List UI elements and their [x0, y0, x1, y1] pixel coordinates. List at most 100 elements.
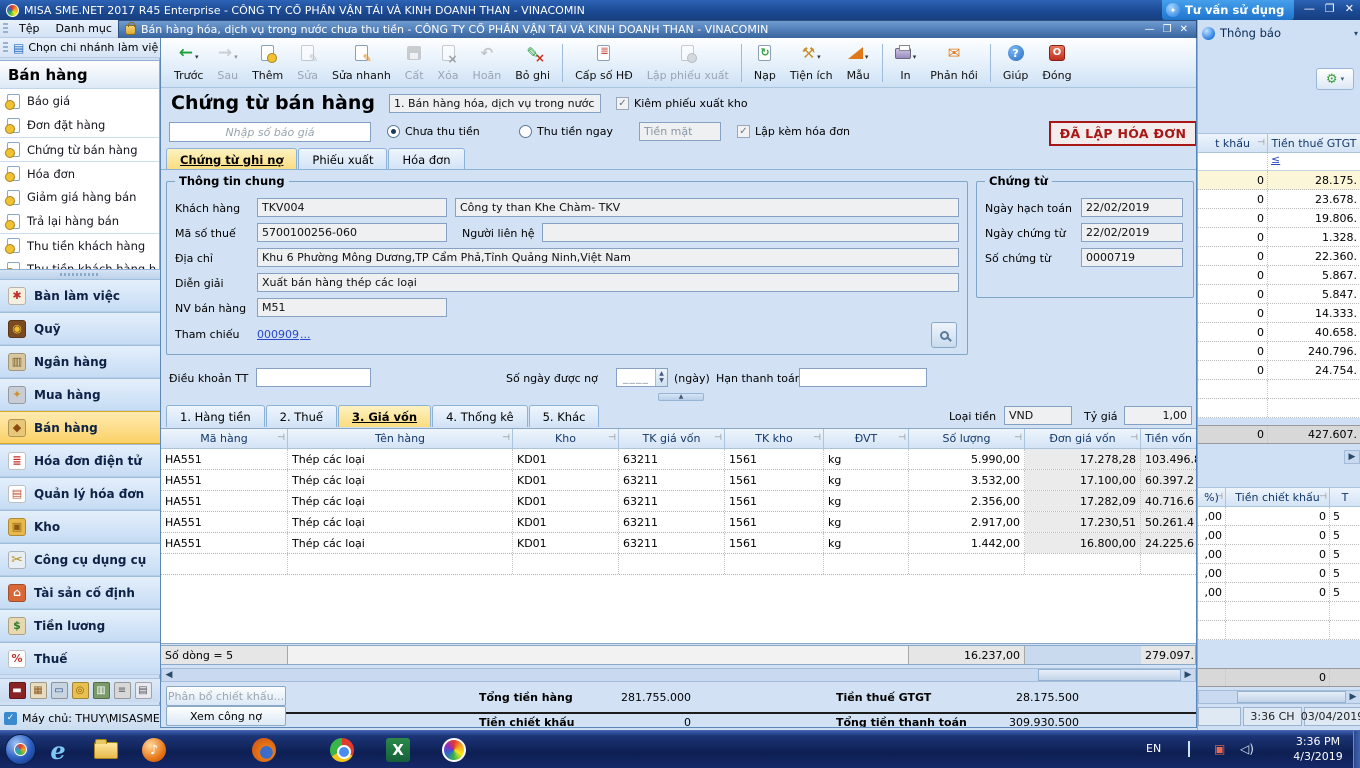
cell[interactable]: kg — [824, 449, 909, 469]
toolbar-nap-button[interactable]: Nạp — [747, 42, 783, 84]
nv-ban-hang-field[interactable]: M51 — [257, 298, 447, 317]
shortcut-calendar-icon[interactable]: ▦ — [30, 682, 47, 699]
tab-hang-tien[interactable]: 1. Hàng tiền — [166, 405, 265, 427]
col-so-luong[interactable]: Số lượng⊣ — [909, 429, 1025, 449]
toolbar-cat-button[interactable]: Cất — [398, 42, 431, 84]
module-quan-ly-hoa-don[interactable]: ▤Quản lý hóa đơn — [0, 477, 160, 510]
bg-row[interactable]: 024.754. — [1198, 361, 1360, 380]
sidebar-item-hoa-don[interactable]: Hóa đơn — [0, 161, 159, 185]
shortcut-card-icon[interactable]: ▭ — [51, 682, 68, 699]
col-tien-von[interactable]: Tiền vốn — [1141, 429, 1196, 449]
lap-kem-hoa-don-checkbox[interactable]: ✓Lập kèm hóa đơn — [737, 125, 850, 138]
cell[interactable]: 63211 — [619, 470, 725, 490]
background-window[interactable]: Thông báo ▾ ⚙ ▾ t khấu⊣ Tiền thuế GTGT ≤… — [1197, 20, 1360, 730]
cell[interactable]: kg — [824, 512, 909, 532]
module-thue[interactable]: %Thuế — [0, 642, 160, 675]
cell[interactable]: 63211 — [619, 512, 725, 532]
taskbar-folder-icon[interactable] — [92, 736, 120, 764]
grid-hscrollbar[interactable]: ◀ ▶ — [161, 668, 1196, 682]
module-mua-hang[interactable]: ✦Mua hàng — [0, 378, 160, 411]
settings-button[interactable]: ⚙ ▾ — [1316, 68, 1354, 90]
tien-mat-field[interactable]: Tiền mặt — [639, 122, 721, 141]
module-ban-lam-viec[interactable]: ✱Bàn làm việc — [0, 279, 160, 312]
dien-giai-field[interactable]: Xuất bán hàng thép các loại — [257, 273, 959, 292]
dia-chi-field[interactable]: Khu 6 Phường Mông Dương,TP Cẩm Phả,Tỉnh … — [257, 248, 959, 267]
module-ban-hang[interactable]: ◆Bán hàng — [0, 411, 160, 444]
cell[interactable]: 16.800,00 — [1025, 533, 1141, 553]
child-titlebar[interactable]: Bán hàng hóa, dịch vụ trong nước chưa th… — [118, 20, 1197, 38]
panel-splitter[interactable] — [0, 270, 160, 279]
tab-thue[interactable]: 2. Thuế — [266, 405, 337, 427]
phan-bo-chiet-khau-button[interactable]: Phân bổ chiết khấu... — [166, 686, 286, 706]
bg-row[interactable]: ,0005 — [1198, 564, 1360, 583]
cell[interactable]: 103.496.8 — [1141, 449, 1196, 469]
module-ngan-hang[interactable]: ▥Ngân hàng — [0, 345, 160, 378]
loai-tien-field[interactable]: VND — [1004, 406, 1072, 425]
ty-gia-field[interactable]: 1,00 — [1124, 406, 1192, 425]
spinner-arrows-icon[interactable]: ▲▼ — [655, 369, 667, 386]
collapse-handle[interactable]: ▲ — [658, 393, 704, 401]
cell[interactable]: HA551 — [161, 449, 288, 469]
cell[interactable]: 1561 — [725, 470, 824, 490]
tray-display-icon[interactable] — [1188, 742, 1190, 756]
module-tien-luong[interactable]: $Tiền lương — [0, 609, 160, 642]
cell[interactable]: Thép các loại — [288, 491, 513, 511]
module-quy[interactable]: ◉Quỹ — [0, 312, 160, 345]
child-restore-icon[interactable]: ❐ — [1163, 24, 1172, 35]
minimize-icon[interactable]: — — [1304, 2, 1315, 15]
toolbar-tien-ich-button[interactable]: ⚒▾Tiện ích — [783, 42, 840, 84]
toolbar-them-button[interactable]: Thêm — [245, 42, 290, 84]
cell[interactable]: HA551 — [161, 470, 288, 490]
toolbar-lap-phieu-button[interactable]: Lập phiếu xuất — [640, 42, 736, 84]
bg-row[interactable]: ,0005 — [1198, 583, 1360, 602]
ma-so-thue-field[interactable]: 5700100256-060 — [257, 223, 447, 242]
toolbar-mau-button[interactable]: ▾Mẫu — [840, 42, 877, 84]
start-button[interactable] — [5, 734, 36, 765]
cell[interactable]: kg — [824, 533, 909, 553]
cell[interactable]: 50.261.4 — [1141, 512, 1196, 532]
toolbar-hoan-button[interactable]: ↶Hoãn — [466, 42, 509, 84]
bg-scroll-right[interactable]: ▶ — [1344, 450, 1360, 464]
nguoi-lien-he-field[interactable] — [542, 223, 959, 242]
so-chung-tu-field[interactable]: 0000719 — [1081, 248, 1183, 267]
cell[interactable]: HA551 — [161, 491, 288, 511]
bg-row[interactable]: 0240.796. — [1198, 342, 1360, 361]
cell[interactable]: 63211 — [619, 449, 725, 469]
han-thanh-toan-field[interactable] — [799, 368, 927, 387]
module-tai-san[interactable]: ⌂Tài sản cố định — [0, 576, 160, 609]
cell[interactable]: 1561 — [725, 533, 824, 553]
bg-row[interactable]: 01.328. — [1198, 228, 1360, 247]
cell[interactable]: 3.532,00 — [909, 470, 1025, 490]
bg-row[interactable]: 023.678. — [1198, 190, 1360, 209]
shortcut-coins-icon[interactable]: ◎ — [72, 682, 89, 699]
tab-thong-ke[interactable]: 4. Thống kê — [432, 405, 528, 427]
col-ten-hang[interactable]: Tên hàng⊣ — [288, 429, 513, 449]
cell[interactable]: KD01 — [513, 512, 619, 532]
tab-gia-von[interactable]: 3. Giá vốn — [338, 405, 431, 427]
cell[interactable]: 1561 — [725, 512, 824, 532]
shortcut-building-icon[interactable]: ▥ — [93, 682, 110, 699]
cell[interactable]: kg — [824, 491, 909, 511]
bg-hscrollbar[interactable]: ▶ — [1198, 690, 1360, 704]
bg-filter-row[interactable]: ≤ — [1198, 153, 1360, 171]
sidebar-item-don-dat-hang[interactable]: Đơn đặt hàng — [0, 113, 159, 137]
col-don-gia-von[interactable]: Đơn giá vốn⊣ — [1025, 429, 1141, 449]
cell[interactable]: 24.225.6 — [1141, 533, 1196, 553]
bg-row[interactable]: 022.360. — [1198, 247, 1360, 266]
cell[interactable]: HA551 — [161, 512, 288, 532]
cell[interactable]: 5.990,00 — [909, 449, 1025, 469]
cell[interactable]: 17.278,28 — [1025, 449, 1141, 469]
bg-row[interactable]: 019.806. — [1198, 209, 1360, 228]
cell[interactable]: 1561 — [725, 449, 824, 469]
cell[interactable]: Thép các loại — [288, 533, 513, 553]
cell[interactable]: KD01 — [513, 533, 619, 553]
scroll-left-icon[interactable]: ◀ — [162, 670, 176, 680]
bg-row[interactable]: 014.333. — [1198, 304, 1360, 323]
tham-chieu-more-link[interactable]: ... — [300, 328, 311, 341]
tab-chung-tu-ghi-no[interactable]: Chứng từ ghi nợ — [166, 148, 297, 170]
taskbar-excel-icon[interactable]: X — [384, 736, 412, 764]
cell[interactable]: KD01 — [513, 449, 619, 469]
dieu-khoan-field[interactable] — [256, 368, 371, 387]
col-ma-hang[interactable]: Mã hàng⊣ — [161, 429, 288, 449]
cell[interactable]: KD01 — [513, 491, 619, 511]
